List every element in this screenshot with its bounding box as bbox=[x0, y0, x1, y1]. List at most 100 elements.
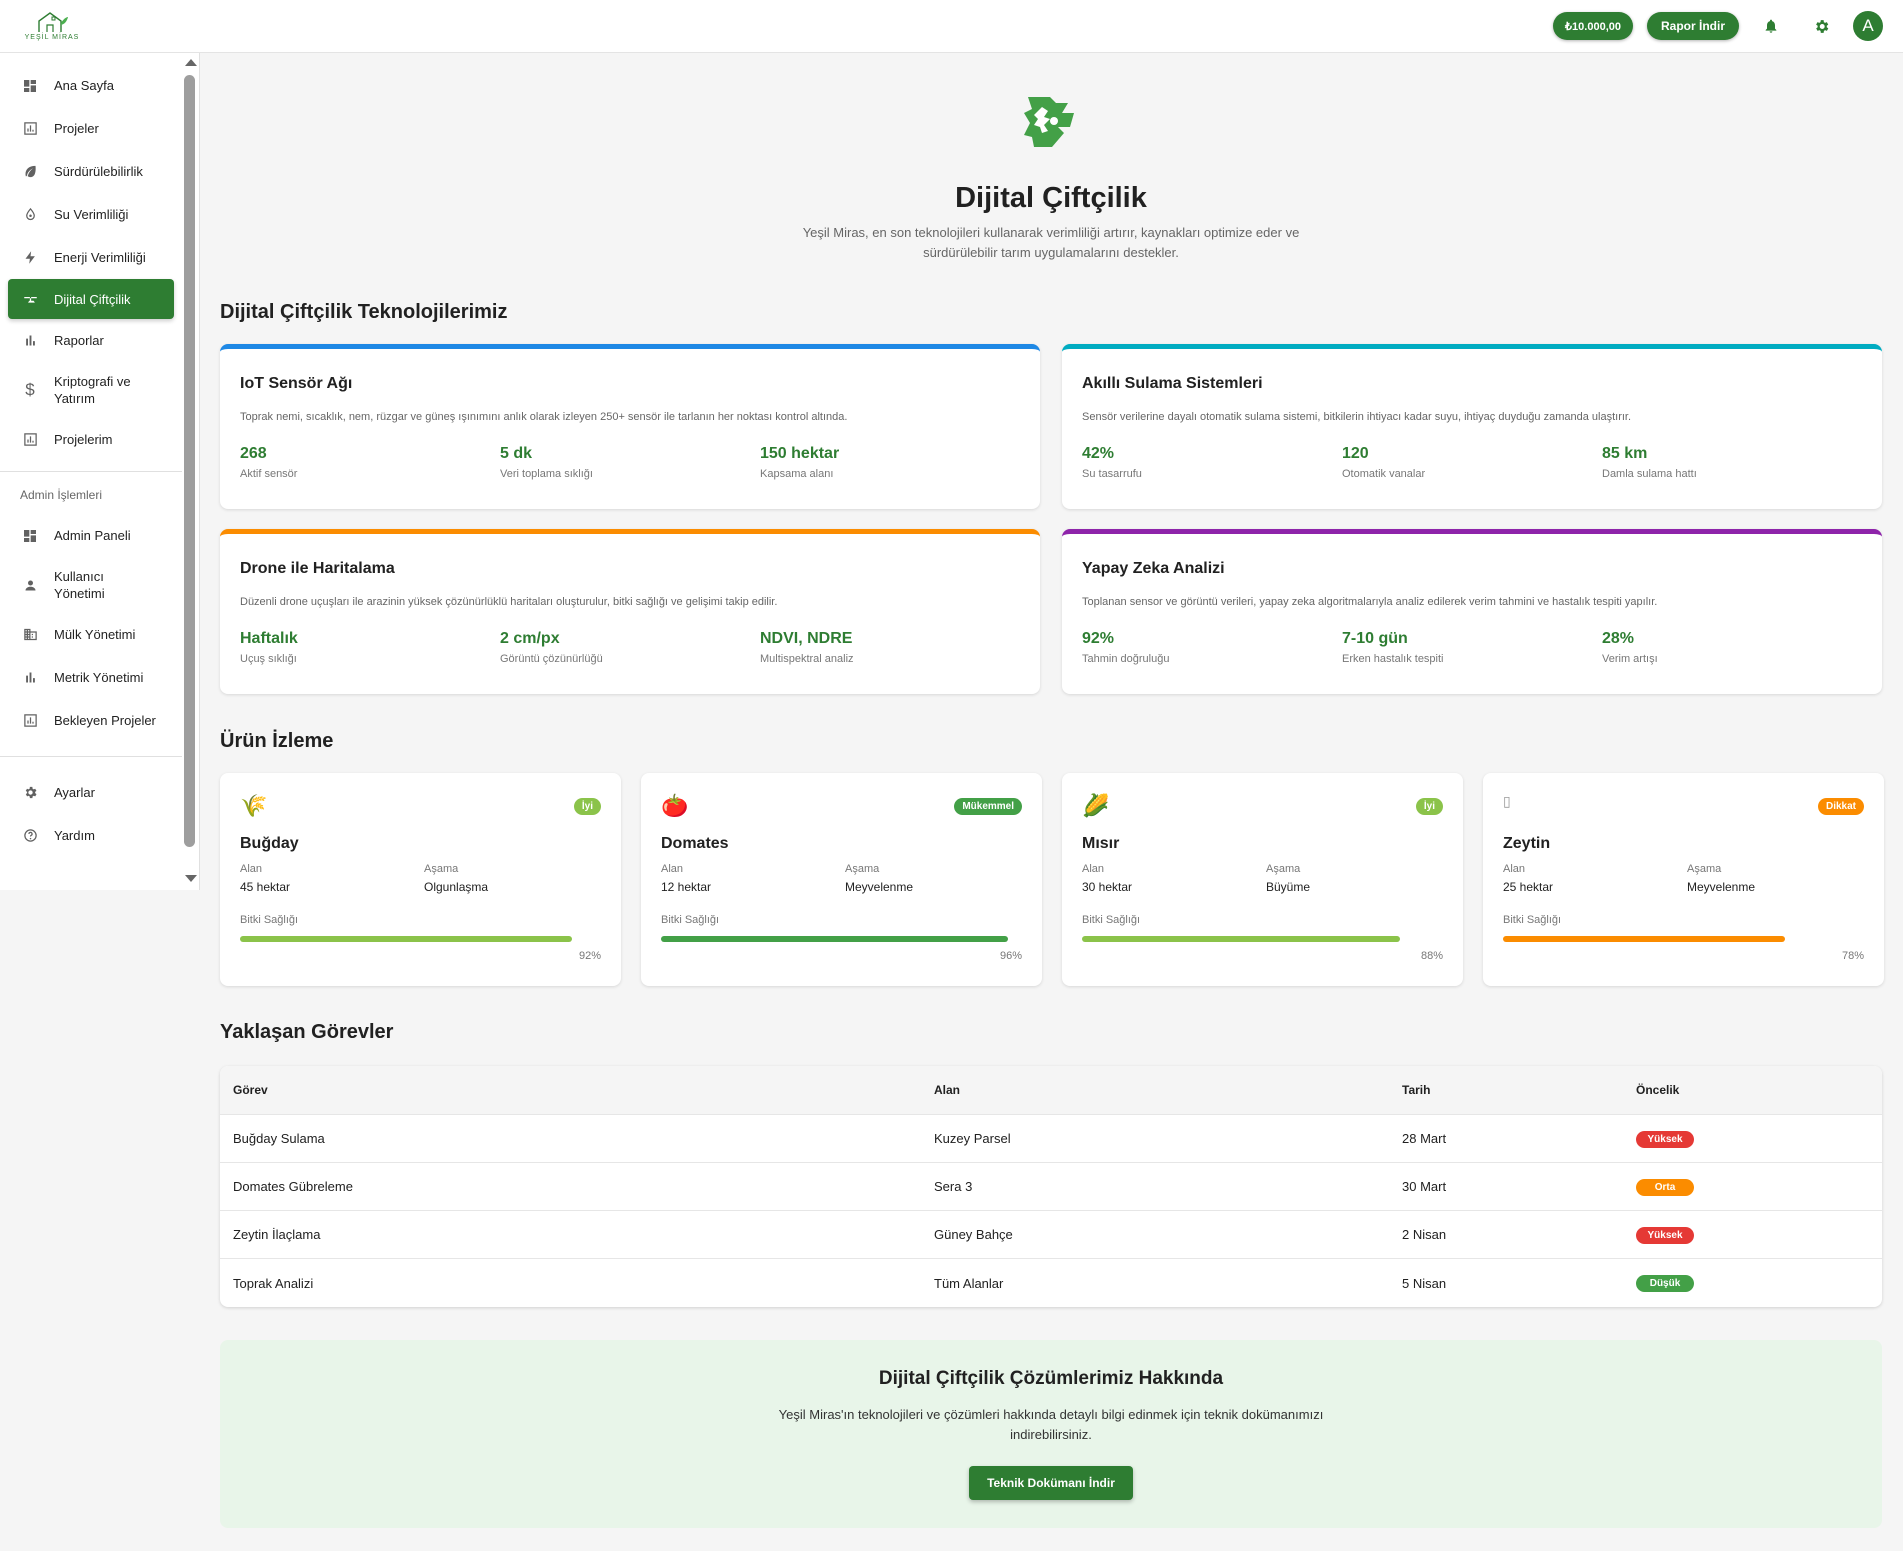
help-icon bbox=[22, 828, 38, 844]
stat-value: 92% bbox=[1082, 630, 1115, 647]
section-title-upcoming-tasks: Yaklaşan Görevler bbox=[220, 1021, 394, 1043]
sidebar: Ana Sayfa Projeler Sürdürülebilirlik Su … bbox=[0, 53, 200, 890]
priority-badge: Yüksek bbox=[1636, 1130, 1694, 1148]
sidebar-item-metric-management[interactable]: Metrik Yönetimi bbox=[0, 656, 182, 699]
sidebar-item-settings[interactable]: Ayarlar bbox=[0, 771, 182, 814]
user-avatar[interactable]: A bbox=[1853, 11, 1883, 41]
sidebar-item-admin-panel[interactable]: Admin Paneli bbox=[0, 514, 182, 557]
task-name: Zeytin İlaçlama bbox=[233, 1227, 321, 1242]
task-date: 2 Nisan bbox=[1402, 1227, 1447, 1242]
area-value: 30 hektar bbox=[1082, 880, 1133, 894]
sidebar-item-label: Raporlar bbox=[54, 333, 104, 348]
sidebar-item-user-management[interactable]: Kullanıcı Yönetimi bbox=[0, 557, 182, 613]
column-header[interactable]: Alan bbox=[934, 1083, 1402, 1097]
house-leaf-icon bbox=[38, 12, 68, 32]
crop-card[interactable]: 🌾 İyi Buğday Alan 45 hektar Aşama Olgunlaş… bbox=[220, 773, 621, 986]
crop-card[interactable]: 🍅 Mükemmel Domates Alan 12 hektar Aşama Me… bbox=[641, 773, 1042, 986]
column-header[interactable]: Görev bbox=[233, 1083, 934, 1097]
stat-value: 85 km bbox=[1602, 445, 1648, 462]
chart-box-icon bbox=[22, 432, 38, 448]
dashboard-icon bbox=[22, 78, 38, 94]
download-document-button[interactable]: Teknik Dokümanı İndir bbox=[969, 1466, 1133, 1500]
sidebar-item-reports[interactable]: Raporlar bbox=[0, 319, 182, 362]
stage-value: Olgunlaşma bbox=[424, 880, 489, 894]
column-header[interactable]: Tarih bbox=[1402, 1083, 1636, 1097]
area-value: 45 hektar bbox=[240, 880, 291, 894]
sidebar-item-water[interactable]: Su Verimliliği bbox=[0, 193, 182, 236]
stage-value: Meyvelenme bbox=[1687, 880, 1756, 894]
table-header-row: Görev Alan Tarih Öncelik bbox=[220, 1066, 1882, 1115]
health-percent: 92% bbox=[578, 950, 601, 962]
wheat-icon: 🌾 bbox=[240, 793, 268, 818]
sidebar-scrollbar[interactable] bbox=[182, 53, 199, 890]
area-label: Alan bbox=[1503, 863, 1526, 875]
dashboard-icon bbox=[22, 528, 38, 544]
tech-card-title: Drone ile Haritalama bbox=[240, 560, 395, 577]
chart-box-icon bbox=[22, 121, 38, 137]
area-value: 25 hektar bbox=[1503, 880, 1554, 894]
table-row[interactable]: Zeytin İlaçlama Güney Bahçe 2 Nisan Yüks… bbox=[220, 1211, 1882, 1259]
crop-card[interactable]: ▯ Dikkat Zeytin Alan 25 hektar Aşama Meyve… bbox=[1483, 773, 1884, 986]
task-name: Buğday Sulama bbox=[233, 1131, 325, 1146]
task-name: Domates Gübreleme bbox=[233, 1179, 353, 1194]
area-label: Alan bbox=[1082, 863, 1105, 875]
health-percent: 78% bbox=[1841, 950, 1864, 962]
sidebar-item-sustainability[interactable]: Sürdürülebilirlik bbox=[0, 150, 182, 193]
bar-chart-icon bbox=[22, 333, 38, 349]
stat-label: Aktif sensör bbox=[240, 468, 298, 480]
task-name: Toprak Analizi bbox=[233, 1275, 314, 1291]
leaf-icon bbox=[22, 164, 38, 180]
scrollbar-thumb[interactable] bbox=[184, 75, 195, 847]
scroll-down-arrow-icon[interactable] bbox=[185, 875, 197, 882]
balance-chip[interactable]: ₺10.000,00 bbox=[1553, 12, 1633, 40]
brand-logo[interactable]: YEŞİL MİRAS bbox=[22, 11, 82, 41]
stat-value: 28% bbox=[1602, 630, 1635, 647]
task-area: Kuzey Parsel bbox=[934, 1131, 1011, 1146]
bell-icon bbox=[1765, 19, 1777, 33]
settings-button[interactable] bbox=[1803, 8, 1839, 44]
sidebar-item-pending-projects[interactable]: Bekleyen Projeler bbox=[0, 699, 182, 742]
sidebar-divider bbox=[0, 756, 182, 757]
stat-value: 42% bbox=[1082, 445, 1115, 462]
sidebar-item-projects[interactable]: Projeler bbox=[0, 107, 182, 150]
stat-label: Verim artışı bbox=[1602, 653, 1658, 665]
sidebar-item-label: Ana Sayfa bbox=[54, 78, 114, 93]
sidebar-item-my-projects[interactable]: Projelerim bbox=[0, 418, 182, 461]
chart-box-icon bbox=[22, 713, 38, 729]
stat-value: Haftalık bbox=[240, 630, 298, 647]
table-row[interactable]: Buğday Sulama Kuzey Parsel 28 Mart Yükse… bbox=[220, 1115, 1882, 1163]
stat-value: 120 bbox=[1342, 445, 1369, 462]
sidebar-item-label: Admin Paneli bbox=[54, 528, 131, 543]
stat-label: Erken hastalık tespiti bbox=[1342, 653, 1444, 665]
tech-card: Drone ile Haritalama Düzenli drone uçuşl… bbox=[220, 529, 1040, 694]
crop-card[interactable]: 🌽 İyi Mısır Alan 30 hektar Aşama Büyüme Bi… bbox=[1062, 773, 1463, 986]
table-row[interactable]: Domates Gübreleme Sera 3 30 Mart Orta bbox=[220, 1163, 1882, 1211]
notifications-button[interactable] bbox=[1753, 8, 1789, 44]
task-area: Güney Bahçe bbox=[934, 1227, 1013, 1242]
health-percent: 88% bbox=[1420, 950, 1443, 962]
stat-label: Veri toplama sıklığı bbox=[500, 468, 593, 480]
person-icon bbox=[22, 577, 38, 593]
sidebar-item-crypto[interactable]: $ Kriptografi ve Yatırım bbox=[0, 362, 182, 418]
sidebar-item-energy[interactable]: Enerji Verimliliği bbox=[0, 236, 182, 279]
stat-label: Uçuş sıklığı bbox=[240, 653, 297, 665]
status-badge: İyi bbox=[573, 798, 601, 815]
sidebar-item-help[interactable]: Yardım bbox=[0, 814, 182, 857]
sidebar-item-digital-farming[interactable]: Dijital Çiftçilik bbox=[8, 279, 174, 319]
stage-label: Aşama bbox=[845, 863, 880, 875]
lightning-icon bbox=[22, 250, 38, 266]
crop-name: Domates bbox=[661, 835, 729, 852]
sidebar-item-label: Projeler bbox=[54, 121, 99, 136]
stage-label: Aşama bbox=[1266, 863, 1301, 875]
table-row[interactable]: Toprak Analizi Tüm Alanlar 5 Nisan Düşük bbox=[220, 1259, 1882, 1307]
tech-card-description: Toprak nemi, sıcaklık, nem, rüzgar ve gü… bbox=[240, 411, 848, 423]
sidebar-item-label: Sürdürülebilirlik bbox=[54, 164, 143, 179]
sidebar-item-home[interactable]: Ana Sayfa bbox=[0, 64, 182, 107]
health-progress-bar bbox=[661, 936, 1008, 942]
sidebar-item-label: Projelerim bbox=[54, 432, 113, 447]
scroll-up-arrow-icon[interactable] bbox=[185, 59, 197, 66]
report-download-button[interactable]: Rapor İndir bbox=[1646, 12, 1739, 40]
section-title-technologies: Dijital Çiftçilik Teknolojilerimiz bbox=[220, 301, 508, 323]
column-header[interactable]: Öncelik bbox=[1636, 1083, 1836, 1097]
sidebar-item-property-management[interactable]: Mülk Yönetimi bbox=[0, 613, 182, 656]
